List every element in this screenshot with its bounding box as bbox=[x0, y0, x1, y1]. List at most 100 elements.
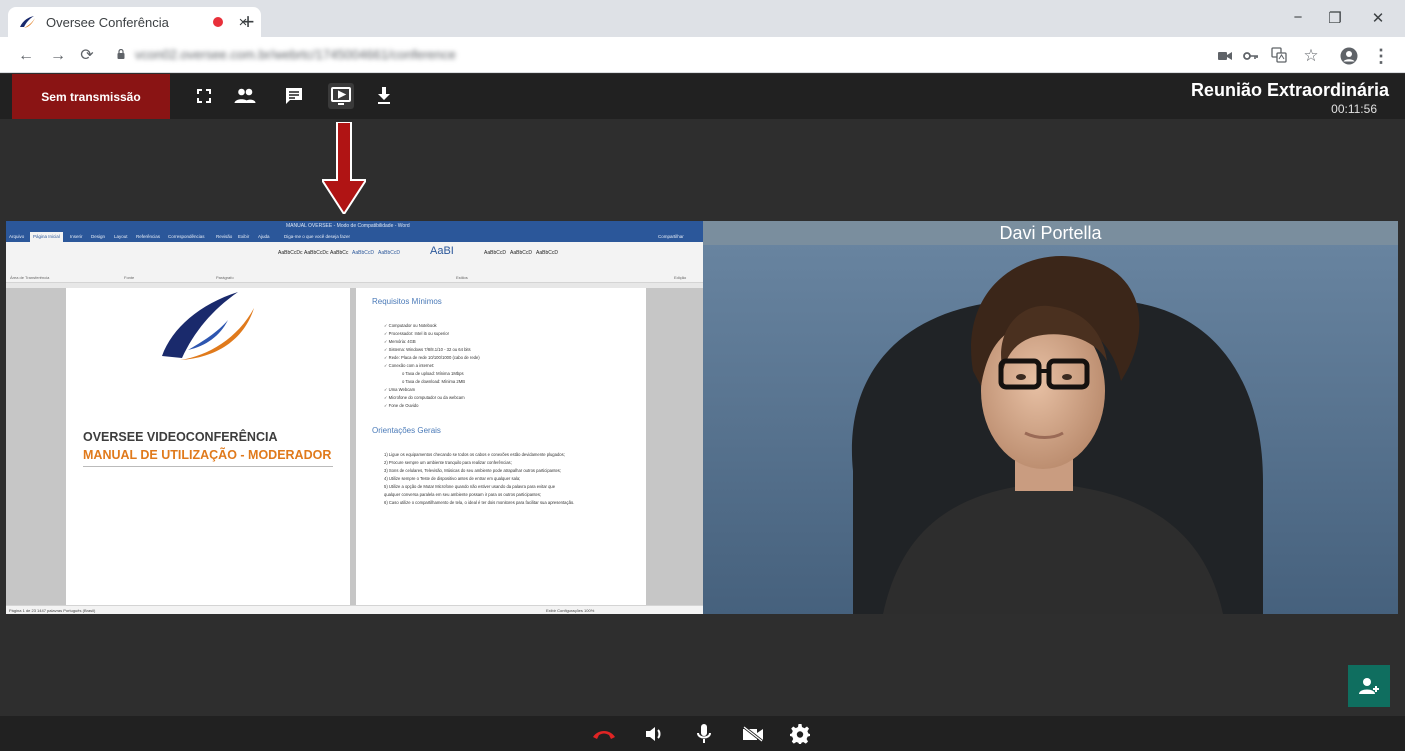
key-icon[interactable] bbox=[1242, 47, 1260, 65]
word-style: AaBbCc bbox=[330, 250, 349, 256]
annotation-arrow-icon bbox=[322, 122, 366, 214]
requirement-item: ✓ Sistema: Windows 7/8/8.1/10 - 32 ou 64… bbox=[384, 347, 471, 352]
word-tab: Layout bbox=[114, 234, 128, 239]
microphone-icon[interactable] bbox=[692, 722, 716, 746]
word-workspace: OVERSEE VIDEOCONFERÊNCIA MANUAL DE UTILI… bbox=[6, 288, 703, 605]
word-tab: Revisão bbox=[216, 234, 233, 239]
word-tab: Exibir bbox=[238, 234, 250, 239]
requirement-subitem: o Taxa de download: Mínima 2MB bbox=[402, 379, 466, 384]
word-group-label: Fonte bbox=[124, 275, 135, 280]
lock-icon[interactable] bbox=[117, 49, 125, 59]
participant-video-frame bbox=[703, 221, 1398, 614]
word-style: AaBbCcD bbox=[352, 250, 374, 256]
participant-video: Davi Portella bbox=[703, 221, 1398, 614]
requirement-item: ✓ Uma Webcam bbox=[384, 387, 416, 392]
fullscreen-icon[interactable] bbox=[191, 83, 217, 109]
word-status-left: Página 1 de 23 1447 palavras Português (… bbox=[9, 608, 96, 613]
add-person-icon bbox=[1359, 678, 1379, 694]
word-tab: Ajuda bbox=[258, 234, 270, 239]
forward-button[interactable]: → bbox=[48, 46, 68, 66]
word-ribbon: AaBbCcDc AaBbCcDc AaBbCc AaBbCcD AaBbCcD… bbox=[6, 242, 703, 283]
word-group-label: Estilos bbox=[456, 275, 468, 280]
app-root: Oversee Conferência × + − ❐ ✕ ← → ⟳ vcon… bbox=[0, 0, 1405, 751]
document-requirements-page: Requisitos Mínimos ✓ Computador ou Noteb… bbox=[356, 288, 646, 605]
settings-icon[interactable] bbox=[788, 722, 812, 746]
url-text[interactable]: vcon02.oversee.com.br/webrtc/1745004661/… bbox=[135, 47, 456, 62]
word-tab: Design bbox=[91, 234, 106, 239]
transmission-button[interactable]: Sem transmissão bbox=[12, 74, 170, 119]
browser-menu-icon[interactable]: ⋮ bbox=[1372, 47, 1390, 65]
word-group-label: Área de Transferência bbox=[10, 275, 50, 280]
shared-screen: MANUAL OVERSEE - Modo de Compatibilidade… bbox=[6, 221, 703, 614]
guideline-item: 1) Ligue os equipamentos checando se tod… bbox=[384, 452, 565, 457]
volume-icon[interactable] bbox=[642, 722, 666, 746]
word-style: AaBI bbox=[430, 245, 454, 257]
guideline-item: 3) Sons de celulares, Televisão, Músicas… bbox=[384, 468, 562, 473]
requirement-item: ✓ Rede: Placa de rede 10/100/1000 (cabo … bbox=[384, 355, 480, 360]
word-status-right: Exibir Configurações 100% bbox=[546, 608, 595, 613]
word-share: Compartilhar bbox=[658, 234, 684, 239]
word-style: AaBbCcD bbox=[378, 250, 400, 256]
translate-icon[interactable] bbox=[1270, 47, 1288, 65]
guideline-item: 2) Procure sempre um ambiente tranquilo … bbox=[384, 460, 512, 465]
guideline-item: 5) Utilize a opção de Mutar Microfone qu… bbox=[384, 484, 556, 489]
camera-off-icon[interactable] bbox=[741, 722, 765, 746]
requirements-heading: Requisitos Mínimos bbox=[372, 297, 442, 306]
reload-button[interactable]: ⟳ bbox=[77, 46, 97, 66]
back-button[interactable]: ← bbox=[16, 46, 36, 66]
minimize-button[interactable]: − bbox=[1288, 9, 1308, 26]
browser-address-bar: ← → ⟳ vcon02.oversee.com.br/webrtc/17450… bbox=[0, 37, 1405, 73]
word-tab: Referências bbox=[136, 234, 161, 239]
document-title-rule bbox=[83, 466, 333, 467]
browser-tab[interactable]: Oversee Conferência × bbox=[8, 7, 261, 37]
requirement-item: ✓ Fone de Ouvido bbox=[384, 403, 419, 408]
document-title-line1: OVERSEE VIDEOCONFERÊNCIA bbox=[83, 430, 278, 444]
requirement-item: ✓ Conexão com a internet: bbox=[384, 363, 435, 368]
requirement-item: ✓ Microfone do computador ou da webcam bbox=[384, 395, 465, 400]
guidelines-heading: Orientações Gerais bbox=[372, 426, 441, 435]
requirement-item: ✓ Memória: 4GB bbox=[384, 339, 416, 344]
hangup-icon[interactable] bbox=[592, 722, 616, 746]
word-group-label: Parágrafo bbox=[216, 275, 234, 280]
word-style: AaBbCcD bbox=[484, 250, 506, 256]
close-window-button[interactable]: ✕ bbox=[1368, 9, 1388, 27]
word-tell-me: Diga-me o que você deseja fazer bbox=[284, 234, 351, 239]
browser-tab-bar: Oversee Conferência × + − ❐ ✕ bbox=[0, 0, 1405, 37]
profile-avatar-icon[interactable] bbox=[1340, 47, 1358, 65]
camera-permission-icon[interactable] bbox=[1216, 47, 1234, 65]
download-icon[interactable] bbox=[371, 83, 397, 109]
requirement-item: ✓ Processador: Intel i5 ou superior bbox=[384, 331, 449, 336]
call-controls bbox=[0, 716, 1405, 751]
word-group-label: Edição bbox=[674, 275, 687, 280]
new-tab-button[interactable]: + bbox=[236, 9, 260, 35]
word-tab: Inserir bbox=[70, 234, 83, 239]
word-style: AaBbCcD bbox=[510, 250, 532, 256]
chat-icon[interactable] bbox=[281, 83, 307, 109]
document-title-line2: MANUAL DE UTILIZAÇÃO - MODERADOR bbox=[83, 448, 332, 462]
requirement-subitem: o Taxa de upload: Mínima 1Mbps bbox=[402, 371, 464, 376]
word-style: AaBbCcD bbox=[536, 250, 558, 256]
guideline-item: qualquer conversa paralela em seu ambien… bbox=[384, 492, 542, 497]
word-title-bar: MANUAL OVERSEE - Modo de Compatibilidade… bbox=[6, 221, 703, 232]
guideline-item: 6) Caso utilize o compartilhamento de te… bbox=[384, 500, 575, 505]
word-status-bar: Página 1 de 23 1447 palavras Português (… bbox=[6, 605, 703, 614]
recording-indicator-icon bbox=[213, 17, 223, 27]
document-cover-page: OVERSEE VIDEOCONFERÊNCIA MANUAL DE UTILI… bbox=[66, 288, 350, 605]
word-style: AaBbCcDc bbox=[278, 250, 303, 256]
requirement-item: ✓ Computador ou Notebook bbox=[384, 323, 437, 328]
screen-share-icon[interactable] bbox=[328, 83, 354, 109]
maximize-button[interactable]: ❐ bbox=[1325, 9, 1345, 27]
word-style: AaBbCcDc bbox=[304, 250, 329, 256]
oversee-favicon-icon bbox=[20, 16, 35, 28]
word-tab: Correspondências bbox=[168, 234, 205, 239]
bookmark-star-icon[interactable]: ☆ bbox=[1302, 47, 1320, 65]
conference-toolbar: Sem transmissão Reunião Extraordinária 0… bbox=[0, 74, 1405, 119]
meeting-timer: 00:11:56 bbox=[1331, 102, 1377, 116]
word-tab: Arquivo bbox=[9, 234, 25, 239]
participants-icon[interactable] bbox=[232, 83, 258, 109]
oversee-logo-icon bbox=[162, 292, 254, 360]
add-participant-button[interactable] bbox=[1348, 665, 1390, 707]
word-ribbon-tabs: Arquivo Página Inicial Inserir Design La… bbox=[6, 232, 703, 242]
guideline-item: 4) Utilize sempre o Teste de dispositivo… bbox=[384, 476, 521, 481]
participant-name: Davi Portella bbox=[999, 223, 1102, 243]
